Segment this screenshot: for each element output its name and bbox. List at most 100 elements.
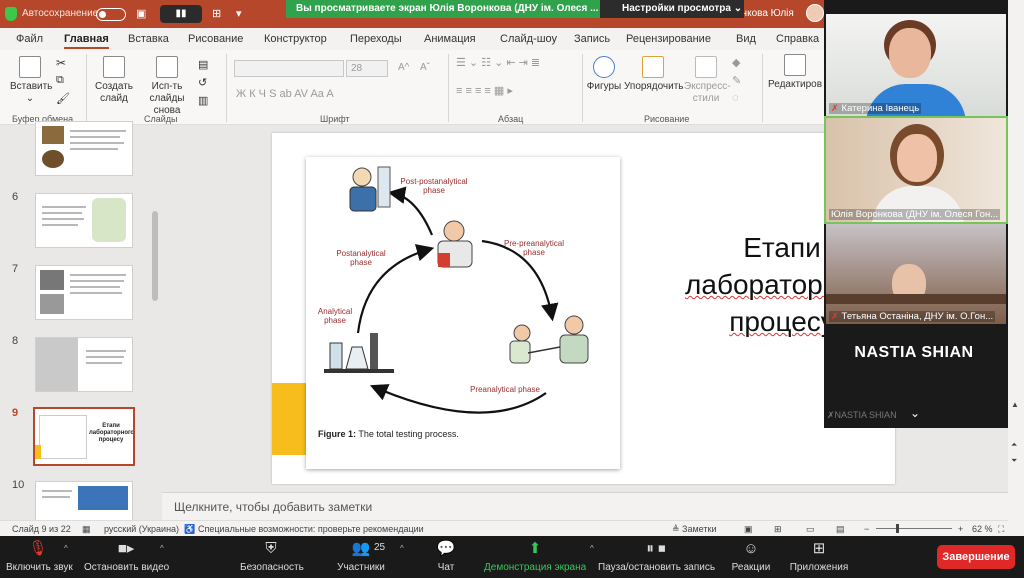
font-size-input[interactable]: 28 — [346, 60, 388, 77]
slide-thumbnail-8[interactable] — [35, 337, 133, 392]
recording-pill[interactable]: ▮▮ — [160, 5, 202, 23]
tab-insert[interactable]: Вставка — [128, 33, 169, 45]
tab-draw[interactable]: Рисование — [188, 33, 243, 45]
present-icon[interactable]: ⊞ — [212, 7, 221, 20]
right-scrollbar[interactable]: ▲ ⏶ ⏷ — [1008, 0, 1024, 536]
security-button[interactable]: ⛨ Безопасность — [240, 540, 304, 573]
tab-review[interactable]: Рецензирование — [626, 33, 711, 45]
prev-slide-icon[interactable]: ⏶ — [1011, 440, 1017, 450]
language-label[interactable]: русский (Украина) — [104, 524, 179, 534]
avatar[interactable] — [806, 4, 824, 22]
slide-thumbnail-9[interactable]: Етапи лабораторного процесу — [33, 407, 135, 466]
grow-font-icon[interactable]: A^ — [398, 62, 409, 73]
font-name-input[interactable] — [234, 60, 344, 77]
thumb-text — [42, 224, 78, 226]
tab-help[interactable]: Справка — [776, 33, 819, 45]
chevron-up-icon[interactable]: ^ — [400, 544, 404, 553]
video-tile[interactable]: ✗ Тетьяна Останіна, ДНУ ім. О.Гон... — [826, 224, 1006, 324]
fill-icon[interactable]: ◆ — [732, 56, 740, 69]
arrange-button[interactable]: Упорядочить — [624, 56, 684, 93]
dropdown-icon[interactable]: ▾ — [236, 7, 242, 20]
tab-record[interactable]: Запись — [574, 33, 610, 45]
stop-video-button[interactable]: ■▸ Остановить видео — [84, 540, 169, 573]
tab-transitions[interactable]: Переходы — [350, 33, 402, 45]
thumb-image — [42, 126, 64, 144]
notes-pane[interactable]: Щелкните, чтобы добавить заметки — [162, 492, 1012, 520]
outline-icon[interactable]: ✎ — [732, 74, 741, 87]
chevron-down-icon[interactable]: ⌄ — [910, 406, 920, 420]
divider — [762, 54, 763, 122]
save-icon[interactable]: ▣ — [136, 7, 146, 20]
section-icon[interactable]: ▥ — [198, 94, 208, 107]
tab-file[interactable]: Файл — [16, 33, 43, 45]
normal-view-icon[interactable]: ▣ — [744, 524, 753, 535]
search-icon — [784, 54, 806, 76]
slide-thumbnail-5[interactable] — [35, 121, 133, 176]
slide[interactable]: Post-postanalytical phase Pre-preanalyti… — [272, 133, 895, 484]
scrollbar-thumb[interactable] — [152, 211, 158, 301]
zoom-in-icon[interactable]: + — [958, 524, 963, 534]
share-screen-button[interactable]: ⬆ Демонстрация экрана — [484, 540, 586, 573]
fit-slide-icon[interactable]: ⛶ — [998, 524, 1004, 535]
video-tile-speaking[interactable]: Юлія Воронкова (ДНУ ім. Олеся Гон... — [824, 116, 1008, 224]
participant-face — [897, 134, 937, 182]
tab-design[interactable]: Конструктор — [264, 33, 327, 45]
scroll-up-icon[interactable]: ▲ — [1011, 400, 1019, 409]
chevron-up-icon[interactable]: ^ — [160, 544, 164, 553]
zoom-out-icon[interactable]: − — [864, 524, 869, 534]
reactions-button[interactable]: ☺ Реакции — [730, 540, 772, 573]
paste-button[interactable]: Вставить ⌄ — [10, 56, 52, 105]
testing-process-figure[interactable]: Post-postanalytical phase Pre-preanalyti… — [306, 157, 620, 469]
phase-label-analytical: Analytical phase — [317, 307, 353, 325]
tab-animations[interactable]: Анимация — [424, 33, 476, 45]
spellcheck-icon[interactable]: ▦ — [82, 524, 91, 535]
slideshow-view-icon[interactable]: ▤ — [836, 524, 845, 535]
format-painter-icon[interactable]: 🖌 — [56, 92, 70, 105]
thumb-text — [70, 286, 120, 288]
chat-button[interactable]: 💬 Чат — [432, 540, 460, 573]
cut-icon[interactable]: ✂ — [56, 56, 66, 70]
tab-slideshow[interactable]: Слайд-шоу — [500, 33, 557, 45]
zoom-level[interactable]: 62 % — [972, 524, 993, 534]
effects-icon[interactable]: ◌ — [732, 92, 739, 104]
reading-view-icon[interactable]: ▭ — [806, 524, 815, 535]
new-slide-button[interactable]: Создать слайд — [92, 56, 136, 105]
layout-icon[interactable]: ▤ — [198, 58, 208, 71]
pause-record-button[interactable]: ⏸ ⏹ Пауза/остановить запись — [598, 540, 715, 573]
slide-thumbnail-6[interactable] — [35, 193, 133, 248]
autosave-toggle[interactable] — [96, 8, 126, 21]
sorter-view-icon[interactable]: ⊞ — [774, 524, 782, 535]
reset-icon[interactable]: ↺ — [198, 76, 207, 89]
slide-thumbnail-7[interactable] — [35, 265, 133, 320]
participant-no-video[interactable]: NASTIA SHIAN — [824, 344, 1004, 362]
zoom-slider[interactable] — [876, 528, 952, 529]
zoom-slider-knob[interactable] — [896, 524, 899, 533]
video-tile[interactable]: ✗ Катерина Іванець — [826, 14, 1006, 116]
format-buttons[interactable]: Ж К Ч S ab AV Aa A — [236, 88, 334, 100]
editing-label: Редактиров — [768, 79, 823, 90]
view-options-button[interactable]: Настройки просмотра ⌄ — [600, 0, 744, 18]
thumbnail-scrollbar[interactable] — [150, 131, 160, 511]
group-slides: Слайды — [144, 114, 178, 124]
reuse-slides-button[interactable]: Исп-ть слайды снова — [138, 56, 196, 117]
accessibility-label[interactable]: Специальные возможности: проверьте реком… — [198, 524, 424, 534]
shapes-button[interactable]: Фигуры — [586, 56, 622, 93]
bullets-icon[interactable]: ☰ ⌄ ☷ ⌄ ⇤ ⇥ ≣ — [456, 56, 540, 69]
shrink-font-icon[interactable]: Aˇ — [420, 62, 430, 73]
copy-icon[interactable]: ⧉ — [56, 74, 64, 87]
chevron-up-icon[interactable]: ^ — [64, 544, 68, 553]
unmute-button[interactable]: 🎙 Включить звук — [6, 540, 73, 573]
chevron-up-icon[interactable]: ^ — [590, 544, 594, 553]
accessibility-icon[interactable]: ♿ — [184, 524, 195, 535]
tab-view[interactable]: Вид — [736, 33, 756, 45]
editing-button[interactable]: Редактиров — [768, 54, 822, 91]
quick-styles-button[interactable]: Экспресс-стили — [684, 56, 731, 105]
end-meeting-button[interactable]: Завершение — [937, 545, 1015, 569]
align-icons[interactable]: ≡ ≡ ≡ ≡ ▦ ▸ — [456, 84, 513, 97]
tab-home[interactable]: Главная — [64, 33, 109, 49]
notes-toggle[interactable]: ≜ Заметки — [672, 524, 716, 535]
group-font: Шрифт — [320, 114, 350, 124]
next-slide-icon[interactable]: ⏷ — [1011, 456, 1017, 466]
apps-button[interactable]: ⊞ Приложения — [788, 540, 850, 573]
screen: Автосохранение ▣ ▮▮ ⊞ ▾ онкова Юлія Вы п… — [0, 0, 1024, 578]
